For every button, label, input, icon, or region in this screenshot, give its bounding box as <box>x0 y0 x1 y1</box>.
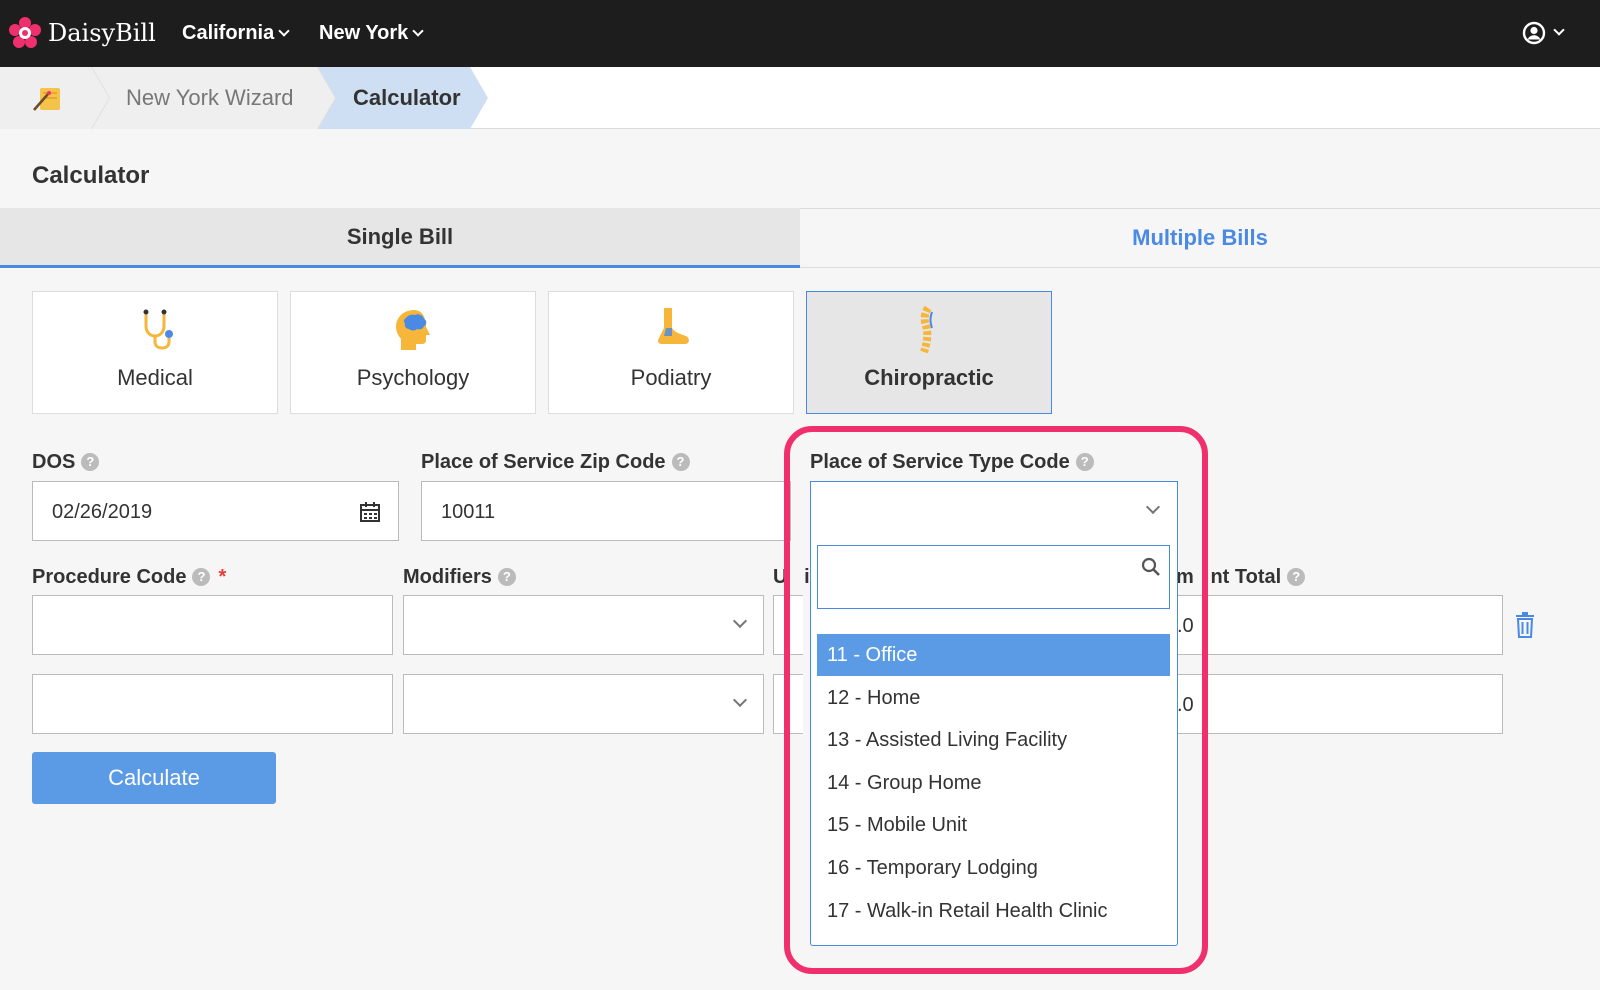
wizard-wand-icon[interactable] <box>32 82 64 114</box>
breadcrumb-item-new-york-wizard[interactable]: New York Wizard <box>126 67 294 129</box>
nav-new-york-label: New York <box>319 22 409 44</box>
tab-multiple-bills[interactable]: Multiple Bills <box>800 208 1600 268</box>
modifiers-select-2[interactable] <box>403 674 764 734</box>
required-marker: * <box>218 566 227 588</box>
zip-value: 10011 <box>441 501 496 523</box>
total-input-2[interactable]: .0 <box>1176 674 1503 734</box>
page-title: Calculator <box>32 162 150 189</box>
nav-california[interactable]: California <box>182 19 290 47</box>
stethoscope-icon <box>143 309 173 350</box>
procedure-code-label: Procedure Code? * <box>32 563 226 591</box>
user-menu[interactable] <box>1522 19 1570 49</box>
dos-value: 02/26/2019 <box>52 501 153 523</box>
breadcrumb: New York Wizard Calculator <box>0 67 1600 129</box>
brain-head-icon <box>396 310 430 350</box>
zip-code-input[interactable]: 10011 <box>421 481 791 541</box>
highlight-annotation <box>784 426 1208 974</box>
modifiers-label-text: Modifiers <box>403 566 492 588</box>
help-icon[interactable]: ? <box>671 453 690 471</box>
chevron-down-icon <box>278 25 290 37</box>
help-icon[interactable]: ? <box>1287 568 1306 586</box>
help-icon[interactable]: ? <box>81 453 100 471</box>
help-icon[interactable]: ? <box>497 568 516 586</box>
chevron-down-icon <box>412 25 424 37</box>
nav-california-label: California <box>182 22 275 44</box>
spine-icon <box>920 306 933 354</box>
modifiers-label: Modifiers? <box>403 563 516 591</box>
zip-label: Place of Service Zip Code? <box>421 448 690 476</box>
nav-new-york[interactable]: New York <box>319 19 424 47</box>
user-avatar-icon <box>1522 21 1546 45</box>
tab-single-bill[interactable]: Single Bill <box>0 208 800 268</box>
chevron-down-icon <box>1553 24 1565 36</box>
procedure-code-input-2[interactable] <box>32 674 393 734</box>
modifiers-select-1[interactable] <box>403 595 764 655</box>
trash-icon[interactable] <box>1513 612 1537 638</box>
dos-label-text: DOS <box>32 451 76 473</box>
total-input-1[interactable]: .0 <box>1176 595 1503 655</box>
help-icon[interactable]: ? <box>192 568 211 586</box>
foot-icon <box>658 308 689 344</box>
calculate-button[interactable]: Calculate <box>32 752 276 804</box>
procedure-label-text: Procedure Code <box>32 566 187 588</box>
specialty-card-podiatry[interactable]: Podiatry <box>548 291 794 414</box>
specialty-label: Chiropractic <box>864 365 994 390</box>
zip-label-text: Place of Service Zip Code <box>421 451 666 473</box>
calendar-icon[interactable] <box>359 501 381 523</box>
specialty-card-medical[interactable]: Medical <box>32 291 278 414</box>
specialty-card-chiropractic[interactable]: Chiropractic <box>806 291 1052 414</box>
chevron-down-icon <box>732 692 748 708</box>
specialty-label: Psychology <box>356 365 470 390</box>
procedure-code-input-1[interactable] <box>32 595 393 655</box>
specialty-label: Podiatry <box>630 365 712 390</box>
dos-input[interactable]: 02/26/2019 <box>32 481 399 541</box>
dos-label: DOS? <box>32 448 100 476</box>
brand-name[interactable]: DaisyBill <box>48 17 156 49</box>
daisy-logo-icon[interactable] <box>9 17 41 49</box>
breadcrumb-item-calculator: Calculator <box>353 85 461 110</box>
chevron-down-icon <box>732 613 748 629</box>
specialty-label: Medical <box>117 365 193 390</box>
specialty-card-psychology[interactable]: Psychology <box>290 291 536 414</box>
